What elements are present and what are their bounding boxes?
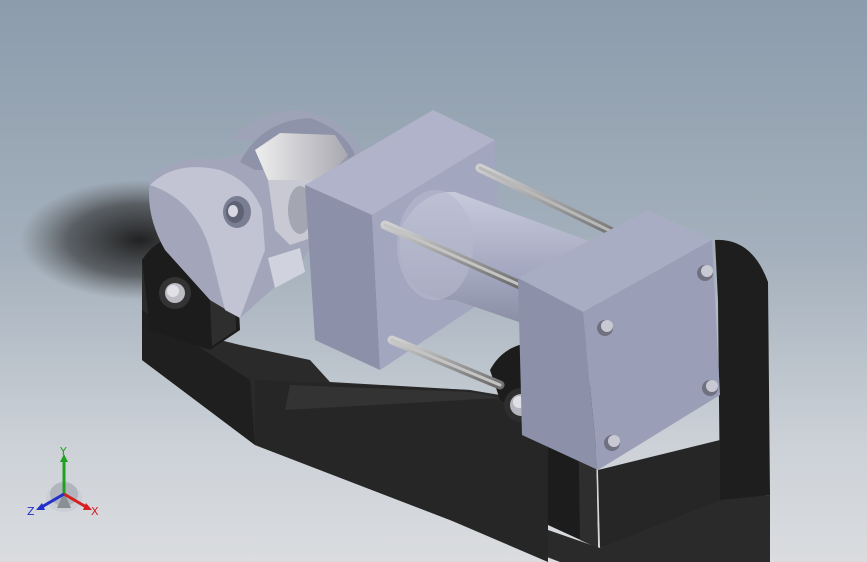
graphics-viewport[interactable]: Y X Z [0, 0, 867, 562]
3d-model-view[interactable] [0, 0, 867, 562]
triad-z-label: Z [27, 505, 35, 518]
triad-y-label: Y [59, 446, 67, 458]
triad-x-label: X [91, 505, 99, 518]
view-triad[interactable]: Y X Z [24, 446, 104, 526]
